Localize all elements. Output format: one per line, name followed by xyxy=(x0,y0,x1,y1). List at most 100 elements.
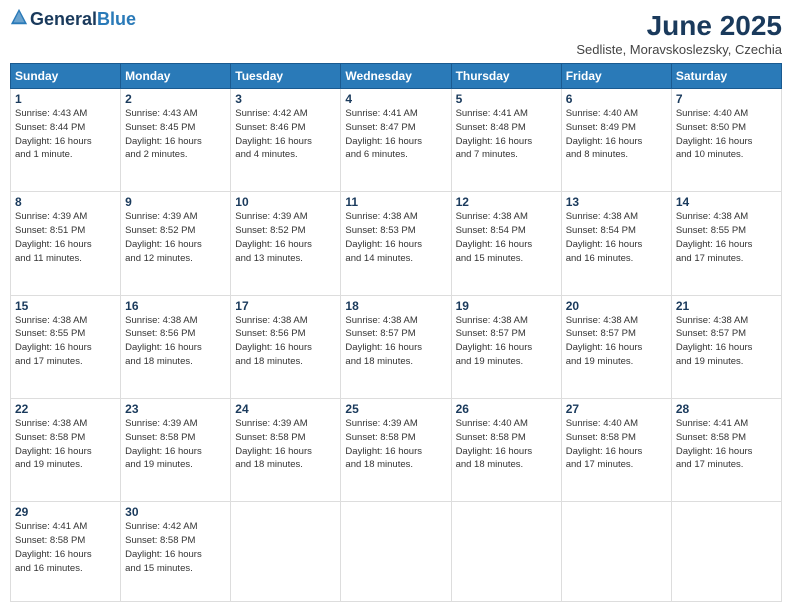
day-info-8: Sunrise: 4:39 AMSunset: 8:51 PMDaylight:… xyxy=(15,211,92,263)
day-num-11: 11 xyxy=(345,195,446,209)
table-cell-2: 2 Sunrise: 4:43 AMSunset: 8:45 PMDayligh… xyxy=(121,89,231,192)
day-info-15: Sunrise: 4:38 AMSunset: 8:55 PMDaylight:… xyxy=(15,315,92,367)
table-cell-27: 27 Sunrise: 4:40 AMSunset: 8:58 PMDaylig… xyxy=(561,398,671,501)
col-sunday: Sunday xyxy=(11,64,121,89)
calendar-header-row: Sunday Monday Tuesday Wednesday Thursday… xyxy=(11,64,782,89)
table-cell-4: 4 Sunrise: 4:41 AMSunset: 8:47 PMDayligh… xyxy=(341,89,451,192)
table-cell-24: 24 Sunrise: 4:39 AMSunset: 8:58 PMDaylig… xyxy=(231,398,341,501)
day-num-9: 9 xyxy=(125,195,226,209)
month-title: June 2025 xyxy=(576,10,782,42)
day-info-24: Sunrise: 4:39 AMSunset: 8:58 PMDaylight:… xyxy=(235,418,312,470)
table-cell-13: 13 Sunrise: 4:38 AMSunset: 8:54 PMDaylig… xyxy=(561,192,671,295)
table-cell-12: 12 Sunrise: 4:38 AMSunset: 8:54 PMDaylig… xyxy=(451,192,561,295)
week-row-2: 8 Sunrise: 4:39 AMSunset: 8:51 PMDayligh… xyxy=(11,192,782,295)
logo-icon xyxy=(10,8,28,26)
empty-cell-1 xyxy=(231,502,341,602)
day-num-30: 30 xyxy=(125,505,226,519)
week-row-1: 1 Sunrise: 4:43 AMSunset: 8:44 PMDayligh… xyxy=(11,89,782,192)
day-info-6: Sunrise: 4:40 AMSunset: 8:49 PMDaylight:… xyxy=(566,108,643,160)
week-row-5: 29 Sunrise: 4:41 AMSunset: 8:58 PMDaylig… xyxy=(11,502,782,602)
table-cell-10: 10 Sunrise: 4:39 AMSunset: 8:52 PMDaylig… xyxy=(231,192,341,295)
day-num-19: 19 xyxy=(456,299,557,313)
day-info-19: Sunrise: 4:38 AMSunset: 8:57 PMDaylight:… xyxy=(456,315,533,367)
calendar-table: Sunday Monday Tuesday Wednesday Thursday… xyxy=(10,63,782,602)
table-cell-21: 21 Sunrise: 4:38 AMSunset: 8:57 PMDaylig… xyxy=(671,295,781,398)
week-row-4: 22 Sunrise: 4:38 AMSunset: 8:58 PMDaylig… xyxy=(11,398,782,501)
logo: GeneralBlue xyxy=(10,10,136,28)
day-num-10: 10 xyxy=(235,195,336,209)
day-info-14: Sunrise: 4:38 AMSunset: 8:55 PMDaylight:… xyxy=(676,211,753,263)
logo-text-general: General xyxy=(30,9,97,29)
day-num-20: 20 xyxy=(566,299,667,313)
day-info-7: Sunrise: 4:40 AMSunset: 8:50 PMDaylight:… xyxy=(676,108,753,160)
table-cell-30: 30 Sunrise: 4:42 AMSunset: 8:58 PMDaylig… xyxy=(121,502,231,602)
day-info-9: Sunrise: 4:39 AMSunset: 8:52 PMDaylight:… xyxy=(125,211,202,263)
table-cell-28: 28 Sunrise: 4:41 AMSunset: 8:58 PMDaylig… xyxy=(671,398,781,501)
day-num-3: 3 xyxy=(235,92,336,106)
col-wednesday: Wednesday xyxy=(341,64,451,89)
col-thursday: Thursday xyxy=(451,64,561,89)
table-cell-8: 8 Sunrise: 4:39 AMSunset: 8:51 PMDayligh… xyxy=(11,192,121,295)
table-cell-17: 17 Sunrise: 4:38 AMSunset: 8:56 PMDaylig… xyxy=(231,295,341,398)
col-friday: Friday xyxy=(561,64,671,89)
day-num-5: 5 xyxy=(456,92,557,106)
day-num-4: 4 xyxy=(345,92,446,106)
day-num-16: 16 xyxy=(125,299,226,313)
day-info-16: Sunrise: 4:38 AMSunset: 8:56 PMDaylight:… xyxy=(125,315,202,367)
table-cell-20: 20 Sunrise: 4:38 AMSunset: 8:57 PMDaylig… xyxy=(561,295,671,398)
day-info-3: Sunrise: 4:42 AMSunset: 8:46 PMDaylight:… xyxy=(235,108,312,160)
table-cell-23: 23 Sunrise: 4:39 AMSunset: 8:58 PMDaylig… xyxy=(121,398,231,501)
table-cell-9: 9 Sunrise: 4:39 AMSunset: 8:52 PMDayligh… xyxy=(121,192,231,295)
day-num-15: 15 xyxy=(15,299,116,313)
day-num-28: 28 xyxy=(676,402,777,416)
logo-text-blue: Blue xyxy=(97,9,136,29)
day-num-6: 6 xyxy=(566,92,667,106)
table-cell-11: 11 Sunrise: 4:38 AMSunset: 8:53 PMDaylig… xyxy=(341,192,451,295)
day-num-24: 24 xyxy=(235,402,336,416)
day-info-25: Sunrise: 4:39 AMSunset: 8:58 PMDaylight:… xyxy=(345,418,422,470)
day-num-14: 14 xyxy=(676,195,777,209)
day-num-8: 8 xyxy=(15,195,116,209)
table-cell-29: 29 Sunrise: 4:41 AMSunset: 8:58 PMDaylig… xyxy=(11,502,121,602)
table-cell-22: 22 Sunrise: 4:38 AMSunset: 8:58 PMDaylig… xyxy=(11,398,121,501)
table-cell-26: 26 Sunrise: 4:40 AMSunset: 8:58 PMDaylig… xyxy=(451,398,561,501)
day-num-7: 7 xyxy=(676,92,777,106)
day-num-2: 2 xyxy=(125,92,226,106)
table-cell-6: 6 Sunrise: 4:40 AMSunset: 8:49 PMDayligh… xyxy=(561,89,671,192)
day-num-13: 13 xyxy=(566,195,667,209)
day-info-27: Sunrise: 4:40 AMSunset: 8:58 PMDaylight:… xyxy=(566,418,643,470)
day-info-26: Sunrise: 4:40 AMSunset: 8:58 PMDaylight:… xyxy=(456,418,533,470)
table-cell-18: 18 Sunrise: 4:38 AMSunset: 8:57 PMDaylig… xyxy=(341,295,451,398)
day-info-30: Sunrise: 4:42 AMSunset: 8:58 PMDaylight:… xyxy=(125,521,202,573)
table-cell-7: 7 Sunrise: 4:40 AMSunset: 8:50 PMDayligh… xyxy=(671,89,781,192)
col-saturday: Saturday xyxy=(671,64,781,89)
page: GeneralBlue June 2025 Sedliste, Moravsko… xyxy=(0,0,792,612)
day-info-11: Sunrise: 4:38 AMSunset: 8:53 PMDaylight:… xyxy=(345,211,422,263)
day-num-25: 25 xyxy=(345,402,446,416)
day-info-23: Sunrise: 4:39 AMSunset: 8:58 PMDaylight:… xyxy=(125,418,202,470)
day-num-26: 26 xyxy=(456,402,557,416)
day-info-10: Sunrise: 4:39 AMSunset: 8:52 PMDaylight:… xyxy=(235,211,312,263)
empty-cell-2 xyxy=(341,502,451,602)
day-info-17: Sunrise: 4:38 AMSunset: 8:56 PMDaylight:… xyxy=(235,315,312,367)
day-info-18: Sunrise: 4:38 AMSunset: 8:57 PMDaylight:… xyxy=(345,315,422,367)
day-num-29: 29 xyxy=(15,505,116,519)
table-cell-19: 19 Sunrise: 4:38 AMSunset: 8:57 PMDaylig… xyxy=(451,295,561,398)
table-cell-15: 15 Sunrise: 4:38 AMSunset: 8:55 PMDaylig… xyxy=(11,295,121,398)
day-info-29: Sunrise: 4:41 AMSunset: 8:58 PMDaylight:… xyxy=(15,521,92,573)
table-cell-16: 16 Sunrise: 4:38 AMSunset: 8:56 PMDaylig… xyxy=(121,295,231,398)
empty-cell-5 xyxy=(671,502,781,602)
day-num-18: 18 xyxy=(345,299,446,313)
table-cell-25: 25 Sunrise: 4:39 AMSunset: 8:58 PMDaylig… xyxy=(341,398,451,501)
col-monday: Monday xyxy=(121,64,231,89)
location: Sedliste, Moravskoslezsky, Czechia xyxy=(576,42,782,57)
col-tuesday: Tuesday xyxy=(231,64,341,89)
day-info-4: Sunrise: 4:41 AMSunset: 8:47 PMDaylight:… xyxy=(345,108,422,160)
day-info-28: Sunrise: 4:41 AMSunset: 8:58 PMDaylight:… xyxy=(676,418,753,470)
day-num-1: 1 xyxy=(15,92,116,106)
day-info-2: Sunrise: 4:43 AMSunset: 8:45 PMDaylight:… xyxy=(125,108,202,160)
table-cell-5: 5 Sunrise: 4:41 AMSunset: 8:48 PMDayligh… xyxy=(451,89,561,192)
day-info-1: Sunrise: 4:43 AMSunset: 8:44 PMDaylight:… xyxy=(15,108,92,160)
empty-cell-4 xyxy=(561,502,671,602)
day-num-21: 21 xyxy=(676,299,777,313)
